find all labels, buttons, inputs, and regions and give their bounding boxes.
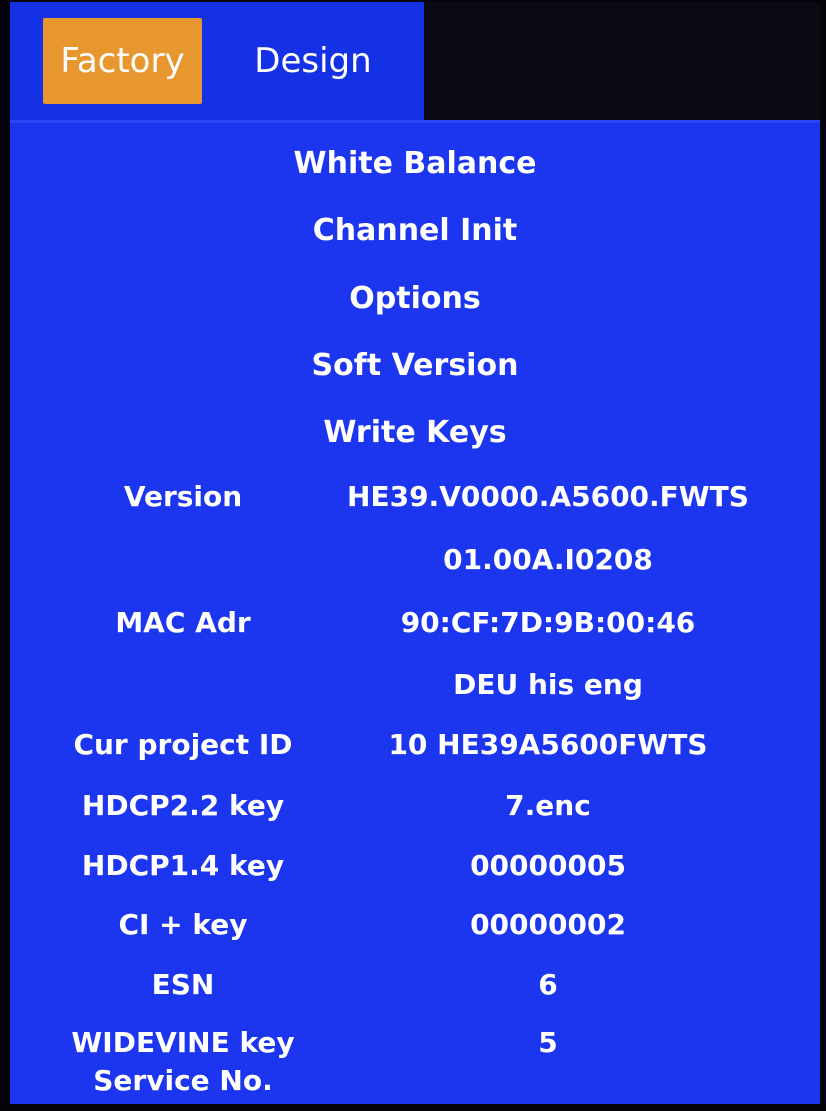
info-label: HDCP2.2 key: [81, 789, 285, 822]
info-row-hdcp14-key: HDCP1.4 key 00000005: [10, 844, 820, 888]
tv-screen-frame: Factory Design White Balance Channel Ini…: [0, 0, 826, 1111]
info-label: Service No.: [93, 1064, 273, 1097]
info-row-service-no: Service No.: [10, 1059, 820, 1103]
info-row-esn: ESN 6: [10, 963, 820, 1007]
info-value: 90:CF:7D:9B:00:46: [400, 606, 696, 639]
info-label: Version: [123, 480, 243, 513]
info-value: HE39.V0000.A5600.FWTS: [347, 480, 749, 513]
info-label: CI + key: [118, 908, 248, 941]
info-value: 10 HE39A5600FWTS: [388, 728, 708, 761]
menu-item-options[interactable]: Options: [10, 277, 820, 321]
info-label: Cur project ID: [73, 728, 293, 761]
info-row-project-id: Cur project ID 10 HE39A5600FWTS: [10, 723, 820, 767]
tab-design[interactable]: Design: [238, 18, 388, 104]
info-value: 00000002: [470, 908, 626, 941]
menu-item-soft-version[interactable]: Soft Version: [10, 344, 820, 388]
info-value: 00000005: [470, 849, 626, 882]
info-row-language: DEU his eng: [10, 663, 820, 707]
info-row-version: Version HE39.V0000.A5600.FWTS: [10, 475, 820, 519]
info-label: ESN: [151, 968, 215, 1001]
info-value: 01.00A.I0208: [443, 543, 653, 576]
info-row-ci-plus-key: CI + key 00000002: [10, 903, 820, 947]
info-value: 6: [538, 968, 558, 1001]
info-value: DEU his eng: [453, 668, 643, 701]
info-label: HDCP1.4 key: [81, 849, 285, 882]
menu-item-channel-init[interactable]: Channel Init: [10, 209, 820, 253]
factory-panel: White Balance Channel Init Options Soft …: [10, 120, 820, 1104]
info-value: 7.enc: [505, 789, 591, 822]
tab-factory[interactable]: Factory: [43, 18, 202, 104]
info-row-version-build: 01.00A.I0208: [10, 538, 820, 582]
factory-menu-screen: Factory Design White Balance Channel Ini…: [10, 2, 820, 1104]
menu-item-white-balance[interactable]: White Balance: [10, 142, 820, 186]
menu-item-write-keys[interactable]: Write Keys: [10, 411, 820, 455]
info-row-mac-address: MAC Adr 90:CF:7D:9B:00:46: [10, 601, 820, 645]
info-label: MAC Adr: [115, 606, 251, 639]
info-row-hdcp22-key: HDCP2.2 key 7.enc: [10, 784, 820, 828]
tab-bar: Factory Design: [10, 2, 424, 120]
